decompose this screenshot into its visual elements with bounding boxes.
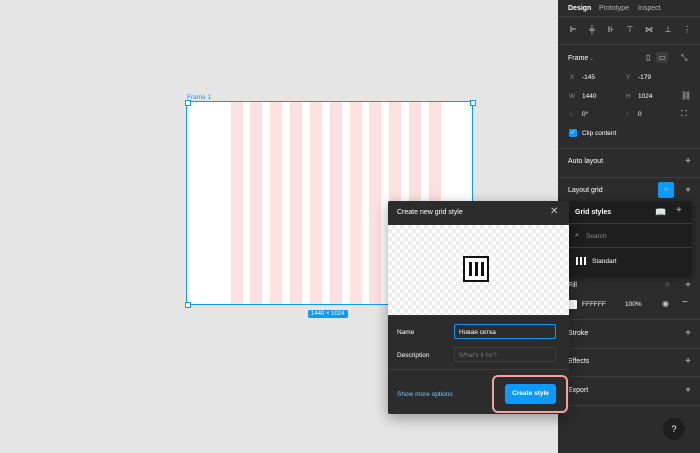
grid-preview-icon [463,256,489,282]
grid-styles-title: Grid styles [575,209,612,216]
clip-content-label: Clip content [582,130,617,137]
rotation-input[interactable]: 0° [582,111,588,118]
add-fill-icon[interactable]: + [685,281,691,291]
align-center-h-icon[interactable]: ╪ [587,25,597,34]
distribute-icon[interactable]: ⋮ [682,25,692,34]
x-input[interactable]: -145 [582,74,595,81]
grid-style-name: Standart [592,258,617,265]
resize-handle-top-right[interactable] [470,100,476,106]
columns-grid-icon [576,257,586,265]
align-middle-icon[interactable]: ⋈ [644,25,654,34]
divider [566,223,692,224]
divider [558,148,700,149]
y-input[interactable]: -179 [638,74,651,81]
grid-column [250,102,262,304]
grid-styles-search-input[interactable]: Search [586,233,607,240]
description-input[interactable]: What's it for? [454,347,556,362]
grid-column [270,102,282,304]
dialog-title: Create new grid style [397,209,463,216]
auto-layout-title: Auto layout [568,158,604,165]
divider [558,319,700,320]
fill-color-swatch[interactable] [568,300,577,309]
divider [558,376,700,377]
divider [566,247,692,248]
grid-column [330,102,342,304]
resize-handle-bottom-left[interactable] [185,302,191,308]
tab-prototype[interactable]: Prototype [599,5,629,12]
library-icon[interactable]: 📖 [655,207,666,218]
grid-column [290,102,302,304]
divider [558,44,700,45]
help-button[interactable]: ? [663,418,685,440]
add-layout-grid-icon[interactable]: + [685,186,691,196]
constrain-proportions-icon[interactable]: ⛓ [681,92,691,100]
independent-corners-icon[interactable]: ⛶ [681,110,687,118]
divider [388,369,569,370]
name-label: Name [397,329,415,336]
landscape-icon[interactable]: ▭ [656,52,668,63]
resize-handle-top-left[interactable] [185,100,191,106]
align-left-icon[interactable]: ⊫ [568,25,578,34]
eye-icon[interactable]: ◉ [662,300,669,308]
h-label: H [626,93,631,100]
tab-design[interactable]: Design [568,5,591,12]
divider [558,16,700,17]
resize-to-fit-icon[interactable]: ⤡ [681,54,687,62]
close-icon[interactable]: ✕ [550,206,558,217]
fill-opacity-input[interactable]: 100% [625,301,642,308]
w-label: W [569,93,576,100]
divider [558,348,700,349]
frame-section-title[interactable]: Frame [568,55,588,62]
corner-radius-icon: ◜ [626,112,629,119]
add-export-icon[interactable]: + [685,386,691,396]
add-auto-layout-icon[interactable]: + [685,157,691,167]
add-stroke-icon[interactable]: + [685,329,691,339]
search-icon: ⌕ [575,232,579,239]
grid-column [369,102,381,304]
tab-inspect[interactable]: Inspect [638,5,661,12]
rotation-icon: ∟ [569,111,576,118]
align-bottom-icon[interactable]: ⊥ [663,25,673,34]
x-label: X [570,74,575,81]
grid-styles-icon[interactable]: ⁘ [658,182,674,198]
width-input[interactable]: 1440 [582,93,596,100]
add-effect-icon[interactable]: + [685,357,691,367]
style-name-input[interactable]: Новая сетка [454,324,556,339]
remove-fill-icon[interactable]: − [682,298,688,308]
effects-title: Effects [568,358,590,365]
align-right-icon[interactable]: ⊪ [606,25,616,34]
corner-radius-input[interactable]: 0 [638,111,642,118]
add-grid-style-icon[interactable]: + [676,205,682,216]
show-more-options-link[interactable]: Show more options [397,391,453,398]
grid-style-preview [388,225,569,315]
create-style-button[interactable]: Create style [505,384,556,404]
grid-column [350,102,362,304]
fill-title: Fill [568,282,577,289]
layout-grid-title: Layout grid [568,187,603,194]
export-title: Export [568,387,589,394]
divider [558,177,700,178]
grid-column [231,102,243,304]
grid-style-item[interactable]: Standart [566,249,692,271]
frame-size-badge: 1440 × 1024 [308,310,348,318]
align-top-icon[interactable]: ⊤ [625,25,635,34]
fill-styles-icon[interactable]: ⁘ [664,281,671,289]
stroke-title: Stroke [568,330,589,337]
chevron-down-icon[interactable]: ⌄ [589,55,594,63]
fill-hex-input[interactable]: FFFFFF [582,301,606,308]
grid-styles-popover: Grid styles 📖 + ⌕ Search Standart [566,201,692,276]
description-label: Description [397,352,430,359]
y-label: Y [626,74,631,81]
height-input[interactable]: 1024 [638,93,652,100]
grid-column [310,102,322,304]
divider [558,405,700,406]
portrait-icon[interactable]: ▯ [646,54,650,62]
clip-content-checkbox[interactable]: ✓ [569,129,577,137]
